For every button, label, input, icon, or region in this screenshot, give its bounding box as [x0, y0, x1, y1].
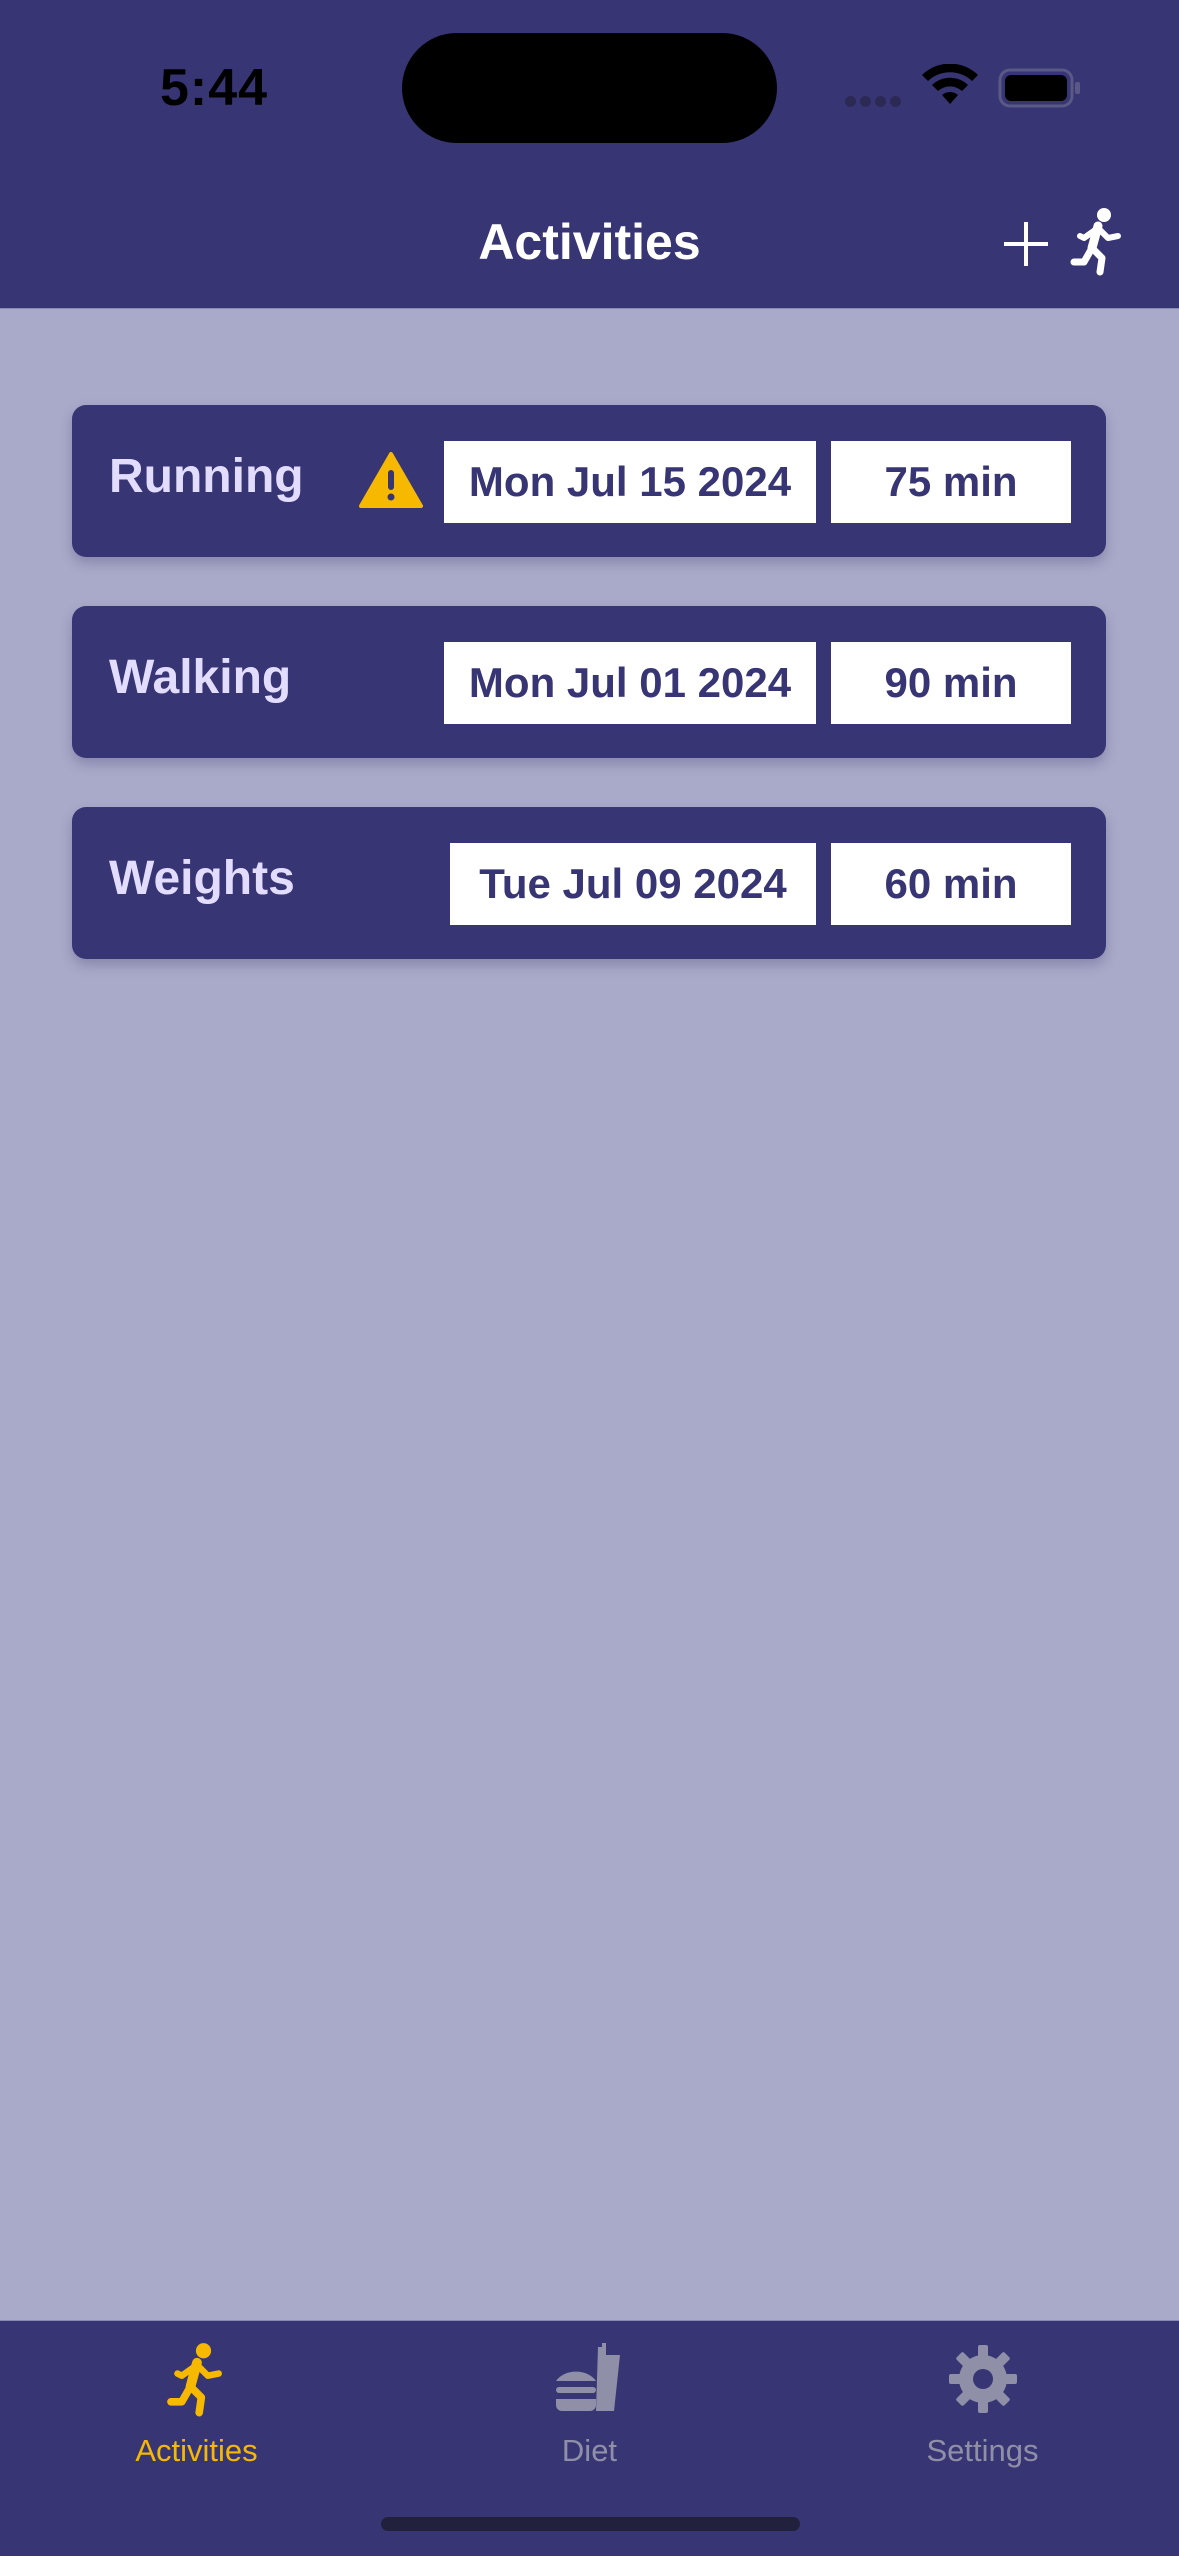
activity-name: Running [109, 450, 304, 503]
activity-card[interactable]: Weights Tue Jul 09 2024 60 min [72, 807, 1106, 959]
plus-icon [1004, 222, 1048, 266]
battery-icon [998, 68, 1080, 108]
activity-card[interactable]: Walking Mon Jul 01 2024 90 min [72, 606, 1106, 758]
running-figure-icon [1070, 208, 1121, 276]
activity-card[interactable]: Running Mon Jul 15 2024 75 min [72, 405, 1106, 557]
activity-duration: 60 min [831, 843, 1071, 925]
gear-icon [948, 2345, 1017, 2413]
tab-settings[interactable]: Settings [786, 2321, 1179, 2481]
running-figure-icon [166, 2343, 222, 2417]
activity-date: Mon Jul 15 2024 [444, 441, 816, 523]
activity-date: Tue Jul 09 2024 [450, 843, 816, 925]
warning-icon [359, 452, 423, 508]
running-figure-button[interactable] [1068, 206, 1128, 276]
activity-duration: 75 min [831, 441, 1071, 523]
burger-drink-icon [555, 2343, 620, 2411]
activity-name: Walking [109, 651, 292, 704]
activity-name: Weights [109, 852, 295, 905]
top-bar: 5:44 Activities [0, 0, 1179, 309]
tab-label: Diet [561, 2433, 618, 2468]
add-activity-button[interactable] [1000, 218, 1052, 270]
activity-date: Mon Jul 01 2024 [444, 642, 816, 724]
status-bar-time: 5:44 [160, 59, 269, 117]
tab-label: Settings [926, 2433, 1039, 2468]
wifi-icon [922, 64, 978, 104]
tab-label: Activities [135, 2433, 258, 2468]
dynamic-island [402, 33, 777, 143]
tab-diet[interactable]: Diet [393, 2321, 786, 2481]
tab-activities[interactable]: Activities [0, 2321, 393, 2481]
activity-duration: 90 min [831, 642, 1071, 724]
cellular-signal-icon [845, 94, 905, 107]
home-indicator[interactable] [381, 2517, 800, 2531]
